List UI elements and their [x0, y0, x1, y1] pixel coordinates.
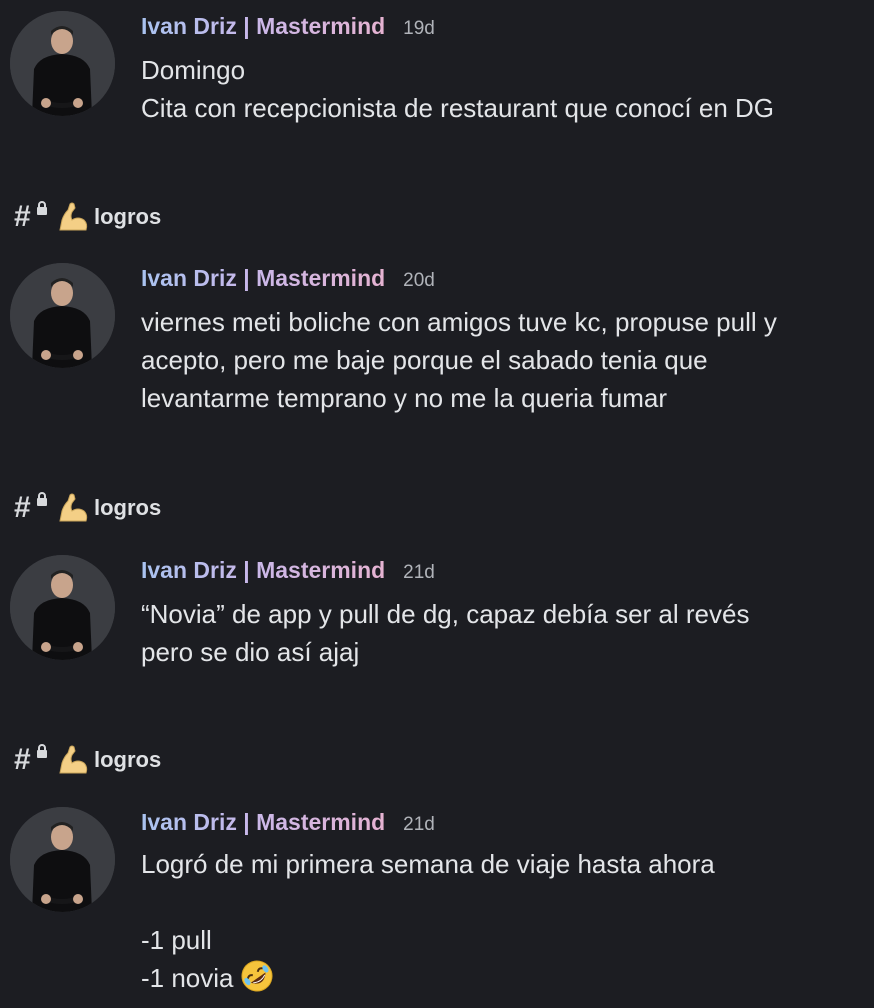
- message-body: viernes meti boliche con amigos tuve kc,…: [141, 303, 861, 417]
- message-text: levantarme temprano y no me la queria fu…: [141, 383, 668, 413]
- rolling-on-floor-laughing-icon: [241, 960, 272, 992]
- hash-lock-icon: #: [14, 743, 47, 777]
- message-body: Logró de mi primera semana de viaje hast…: [141, 845, 861, 997]
- avatar[interactable]: [10, 263, 115, 368]
- author-name[interactable]: Ivan Driz | Mastermind: [141, 809, 385, 836]
- author-name[interactable]: Ivan Driz | Mastermind: [141, 557, 385, 584]
- channel-name: logros: [94, 495, 162, 520]
- message-body: “Novia” de app y pull de dg, capaz debía…: [141, 595, 861, 671]
- message-timestamp: 21d: [403, 562, 435, 583]
- author-name[interactable]: Ivan Driz | Mastermind: [141, 265, 385, 292]
- message-text: -1 novia: [141, 963, 234, 993]
- message-text: pero se dio así ajaj: [141, 637, 360, 667]
- message-text: Logró de mi primera semana de viaje hast…: [141, 849, 715, 879]
- message-text: “Novia” de app y pull de dg, capaz debía…: [141, 599, 750, 629]
- channel-name: logros: [94, 747, 162, 772]
- message-text-with-emoji: -1 novia: [141, 959, 861, 997]
- channel-link[interactable]: # logros: [14, 491, 161, 525]
- message-text: viernes meti boliche con amigos tuve kc,…: [141, 307, 777, 337]
- message-text: Cita con recepcionista de restaurant que…: [141, 93, 775, 123]
- message-timestamp: 21d: [403, 814, 435, 835]
- message-body: Domingo Cita con recepcionista de restau…: [141, 51, 861, 127]
- channel-link[interactable]: # logros: [14, 743, 161, 777]
- flexed-biceps-icon: [59, 745, 88, 774]
- avatar[interactable]: [10, 11, 115, 116]
- avatar[interactable]: [10, 555, 115, 660]
- chat-feed: Ivan Driz | Mastermind 19d Domingo Cita …: [0, 0, 874, 1008]
- flexed-biceps-icon: [59, 493, 88, 522]
- message-timestamp: 19d: [403, 18, 435, 39]
- author-name[interactable]: Ivan Driz | Mastermind: [141, 13, 385, 40]
- flexed-biceps-icon: [59, 202, 88, 231]
- channel-link[interactable]: # logros: [14, 200, 161, 234]
- message-text: -1 pull: [141, 925, 212, 955]
- hash-lock-icon: #: [14, 200, 47, 234]
- message-text: acepto, pero me baje porque el sabado te…: [141, 345, 708, 375]
- message-timestamp: 20d: [403, 270, 435, 291]
- hash-lock-icon: #: [14, 491, 47, 525]
- avatar[interactable]: [10, 807, 115, 912]
- message-text: Domingo: [141, 55, 246, 85]
- channel-name: logros: [94, 204, 162, 229]
